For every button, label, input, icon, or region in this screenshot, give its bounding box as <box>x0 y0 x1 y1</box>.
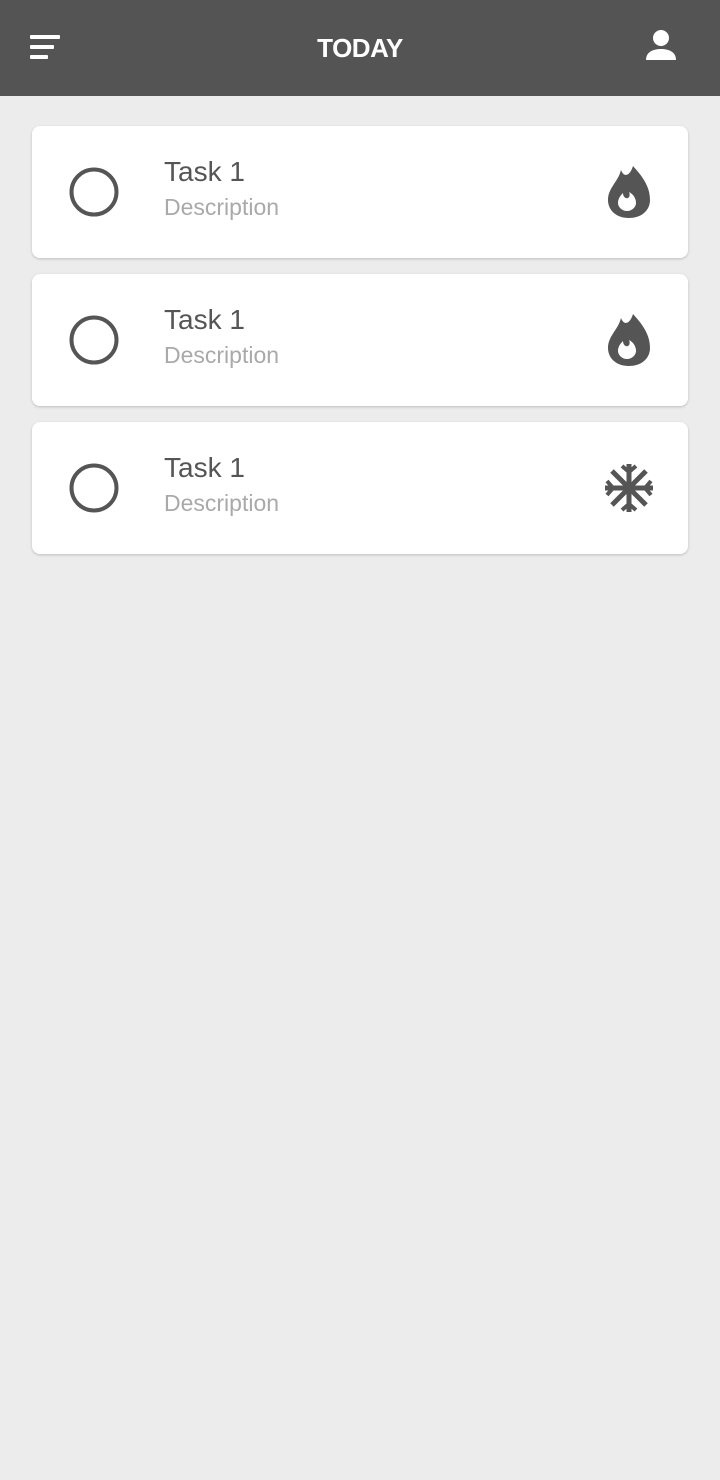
task-card[interactable]: Task 1 Description <box>32 422 688 554</box>
task-checkbox[interactable] <box>68 314 120 366</box>
task-checkbox[interactable] <box>68 166 120 218</box>
task-description: Description <box>164 490 280 516</box>
task-list: Task 1 Description Task 1 Description Ta… <box>32 126 688 570</box>
fire-icon <box>600 310 658 370</box>
person-icon[interactable] <box>638 24 684 70</box>
task-text: Task 1 Description <box>164 154 279 224</box>
task-title: Task 1 <box>164 452 245 483</box>
task-description: Description <box>164 342 280 368</box>
page-title: TODAY <box>317 33 403 63</box>
fire-icon <box>600 162 658 222</box>
task-title: Task 1 <box>164 304 245 335</box>
task-checkbox[interactable] <box>68 462 120 514</box>
task-description: Description <box>164 194 280 220</box>
task-text: Task 1 Description <box>164 302 279 372</box>
app-bar: TODAY <box>0 0 720 96</box>
task-card[interactable]: Task 1 Description <box>32 126 688 258</box>
snowflake-icon <box>600 458 658 518</box>
task-text: Task 1 Description <box>164 450 279 520</box>
task-title: Task 1 <box>164 156 245 187</box>
task-card[interactable]: Task 1 Description <box>32 274 688 406</box>
